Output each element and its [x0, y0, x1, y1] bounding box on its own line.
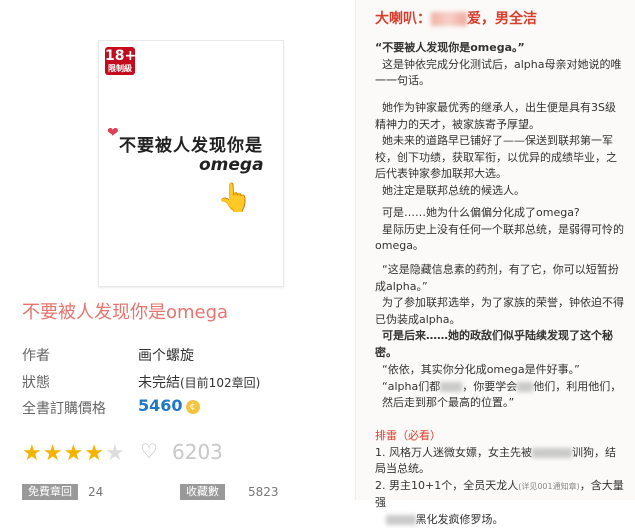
p4a: “这是隐藏信息素的药剂，有了它，你可以短暂扮成alpha。”	[375, 263, 619, 293]
status-detail: (目前102章回)	[180, 376, 261, 390]
price-label: 全書訂購價格	[22, 401, 106, 417]
p3a: 可是……她为什么偏偏分化成了omega?	[382, 206, 580, 219]
p5a: “依依，其实你分化成omega是件好事。”	[382, 363, 580, 376]
paragraph-2: 她作为钟家最优秀的继承人，出生便是具有3S级精神力的天才，被家族寄予厚望。 她未…	[375, 100, 625, 199]
p2c: 她注定是联邦总统的候选人。	[382, 183, 525, 197]
free-chapters-value: 24	[88, 485, 104, 499]
star-icon: ★	[22, 441, 43, 466]
book-title: 不要被人发现你是omega	[22, 302, 229, 323]
heading-prefix: 大喇叭：	[375, 11, 431, 27]
paragraph-5: “依依，其实你分化成omega是件好事。” “alpha们都 ，你要学会 他们，利用…	[375, 362, 625, 412]
star-icon: ★	[84, 441, 105, 466]
free-chapters-label: 免費章回	[22, 484, 78, 500]
book-cover[interactable]: 18+ 限制級 ❤ 不要被人发现你是 omega 👆	[98, 40, 284, 287]
mine-title: 排雷（必看）	[375, 429, 441, 442]
favorite-bag-icon[interactable]: ♡	[140, 439, 158, 463]
status-label: 狀態	[22, 375, 50, 391]
p1-rest: 这是钟依完成分化测试后，alpha母亲对她说的唯一一句话。	[375, 57, 622, 88]
paragraph-1: “不要被人发现你是omega。” 这是钟依完成分化测试后，alpha母亲对她说的…	[375, 40, 625, 90]
favorite-count: 6203	[172, 440, 223, 464]
collections-label: 收藏數	[180, 484, 225, 500]
redacted-text	[385, 514, 416, 525]
pointing-hand-icon: 👆	[217, 181, 252, 214]
m2b: 黑化发疯修罗场。	[415, 512, 504, 526]
cover-title-line1: 不要被人发现你是	[119, 136, 263, 156]
age-rating-text: 限制級	[108, 64, 132, 73]
star-icon: ★	[42, 441, 64, 466]
cover-title-line2: omega	[199, 155, 264, 175]
price-amount: 5460	[138, 396, 183, 415]
p3b: 星际历史上没有任何一个联邦总统，是弱得可怜的omega。	[375, 222, 624, 253]
p5b-pre: “alpha们都	[382, 379, 441, 393]
coin-icon: ¢	[185, 400, 200, 414]
p4b: 为了参加联邦选举，为了家族的荣誉，钟依迫不得已伪装成alpha。	[375, 296, 624, 326]
m2-small: (详见001通知章)	[518, 481, 580, 491]
m1-pre: 1. 风格万人迷微女嫖，女主先被	[375, 445, 532, 459]
summary-panel: 大喇叭： 爱，男全洁 “不要被人发现你是omega。” 这是钟依完成分化测试后，a…	[355, 0, 635, 526]
paragraph-4: “这是隐藏信息素的药剂，有了它，你可以短暂扮成alpha。” 为了参加联邦选举，…	[375, 262, 625, 361]
p5b-mid: ，你要学会	[462, 379, 518, 393]
status-value: 未完結(目前102章回)	[138, 372, 260, 392]
redacted-text	[440, 381, 463, 392]
author-label: 作者	[22, 348, 50, 364]
p2a: 她作为钟家最优秀的继承人，出生便是具有3S级精神力的天才，被家族寄予厚望。	[375, 101, 616, 131]
redacted-text	[431, 12, 467, 26]
quote-1: “不要被人发现你是omega。”	[375, 41, 525, 54]
p2b: 她未来的道路早已铺好了——保送到联邦第一军校，创下功绩，获取军衔，以优异的成绩毕…	[375, 134, 617, 180]
paragraph-3: 可是……她为什么偏偏分化成了omega? 星际历史上没有任何一个联邦总统，是弱得…	[375, 205, 625, 255]
summary-heading: 大喇叭： 爱，男全洁	[375, 8, 537, 28]
rating-stars[interactable]: ★★★★★	[22, 441, 126, 466]
star-icon: ★	[63, 441, 85, 466]
price-value: 5460 ¢	[138, 396, 200, 415]
star-empty-icon: ★	[104, 441, 126, 466]
m2-pre: 2. 男主10+1个，全员天龙人	[375, 478, 519, 492]
book-info-panel: 18+ 限制級 ❤ 不要被人发现你是 omega 👆 不要被人发现你是omega…	[0, 0, 345, 500]
status-text: 未完結	[138, 375, 180, 391]
age-rating-number: 18+	[105, 48, 137, 64]
collections-value: 5823	[248, 485, 279, 499]
redacted-text	[517, 381, 534, 392]
author-value[interactable]: 画个螺旋	[138, 345, 194, 365]
p5b-post: 他们，利用他们，	[533, 379, 622, 393]
content-warnings: 排雷（必看） 1. 风格万人迷微女嫖，女主先被 训狗，结局当总统。 2. 男主10…	[375, 428, 625, 528]
age-rating-badge: 18+ 限制級	[105, 47, 137, 75]
heading-suffix: 爱，男全洁	[467, 11, 537, 27]
p4c: 可是后来……她的政敌们似乎陆续发现了这个秘密。	[375, 329, 613, 359]
p5c: 然后走到那个最高的位置。”	[382, 396, 515, 409]
redacted-text	[532, 447, 572, 458]
